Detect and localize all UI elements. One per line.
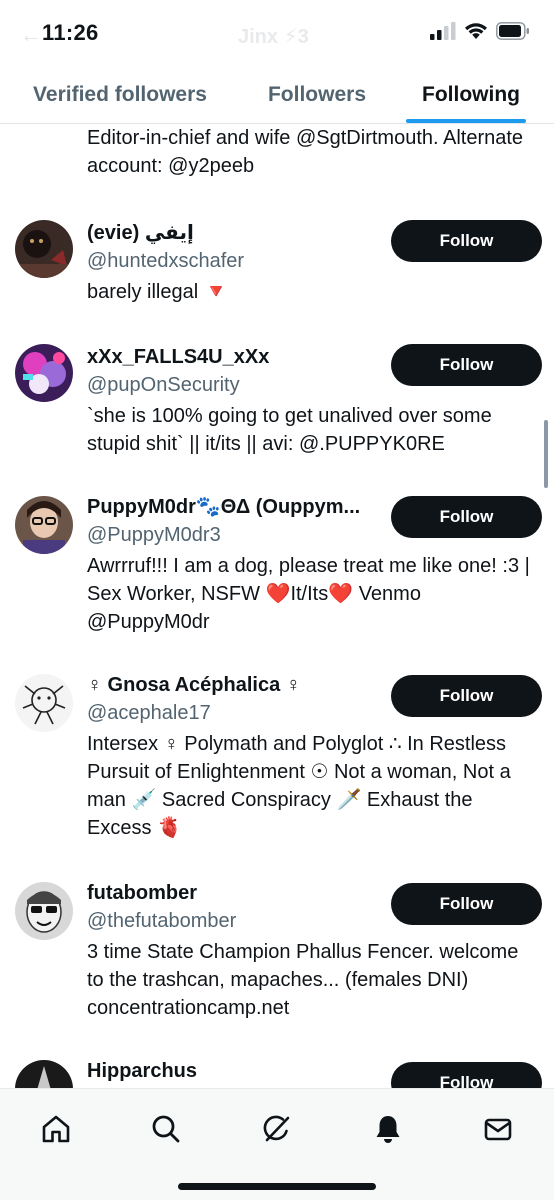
user-handle[interactable]: @thefutabomber: [87, 908, 236, 934]
user-display-name[interactable]: futabomber: [87, 880, 197, 906]
user-bio: Editor-in-chief and wife @SgtDirtmouth. …: [87, 127, 524, 177]
avatar[interactable]: [15, 882, 73, 940]
user-bio: barely illegal 🔻: [87, 281, 229, 303]
avatar[interactable]: [15, 1060, 73, 1090]
user-display-name[interactable]: (evie) إيفي: [87, 220, 194, 246]
follow-button[interactable]: Follow: [391, 220, 542, 262]
tab-verified-followers[interactable]: Verified followers: [14, 66, 226, 124]
user-display-name[interactable]: xXx_FALLS4U_xXx: [87, 344, 269, 370]
follow-button[interactable]: Follow: [391, 1062, 542, 1090]
user-handle[interactable]: @PuppyM0dr3: [87, 522, 221, 548]
status-time: 11:26: [42, 20, 99, 45]
status-bar: ← Jinx ⚡3 11:26: [0, 0, 554, 66]
avatar[interactable]: [15, 674, 73, 732]
cellular-signal-icon: [430, 22, 456, 40]
scrollbar[interactable]: [544, 420, 548, 488]
follow-button[interactable]: Follow: [391, 344, 542, 386]
user-bio: `she is 100% going to get unalived over …: [87, 405, 492, 455]
follow-button[interactable]: Follow: [391, 496, 542, 538]
search-icon[interactable]: [146, 1109, 186, 1149]
active-tab-indicator: [406, 119, 526, 123]
user-handle[interactable]: @pupOnSecurity: [87, 372, 240, 398]
bell-icon[interactable]: [368, 1109, 408, 1149]
tab-followers[interactable]: Followers: [248, 66, 386, 124]
user-display-name[interactable]: ♀ Gnosa Acéphalica ♀: [87, 672, 301, 698]
user-bio: 3 time State Champion Phallus Fencer. we…: [87, 941, 519, 1019]
tab-following[interactable]: Following: [408, 66, 534, 124]
home-indicator: [178, 1183, 376, 1190]
user-display-name[interactable]: PuppyM0dr🐾ΘΔ (Ouppym...: [87, 494, 360, 520]
grok-icon[interactable]: [257, 1109, 297, 1149]
mail-icon[interactable]: [478, 1109, 518, 1149]
battery-icon: [496, 22, 529, 40]
profile-title: Jinx ⚡3: [238, 26, 309, 48]
follow-button[interactable]: Follow: [391, 675, 542, 717]
user-handle[interactable]: @huntedxschafer: [87, 248, 244, 274]
user-bio: Awrrruf!!! I am a dog, please treat me l…: [87, 555, 530, 633]
avatar[interactable]: [15, 496, 73, 554]
user-handle[interactable]: @acephale17: [87, 700, 211, 726]
status-icons: [430, 22, 530, 40]
follow-button[interactable]: Follow: [391, 883, 542, 925]
user-bio: Intersex ♀ Polymath and Polyglot ∴ In Re…: [87, 733, 511, 839]
avatar[interactable]: [15, 220, 73, 278]
user-display-name[interactable]: Hipparchus: [87, 1058, 197, 1084]
home-icon[interactable]: [36, 1109, 76, 1149]
wifi-icon: [465, 23, 487, 39]
back-arrow-icon[interactable]: ←: [20, 22, 42, 48]
tab-bar: Verified followers Followers Following: [0, 66, 554, 124]
avatar[interactable]: [15, 344, 73, 402]
following-list: Editor-in-chief and wife @SgtDirtmouth. …: [0, 124, 554, 1090]
